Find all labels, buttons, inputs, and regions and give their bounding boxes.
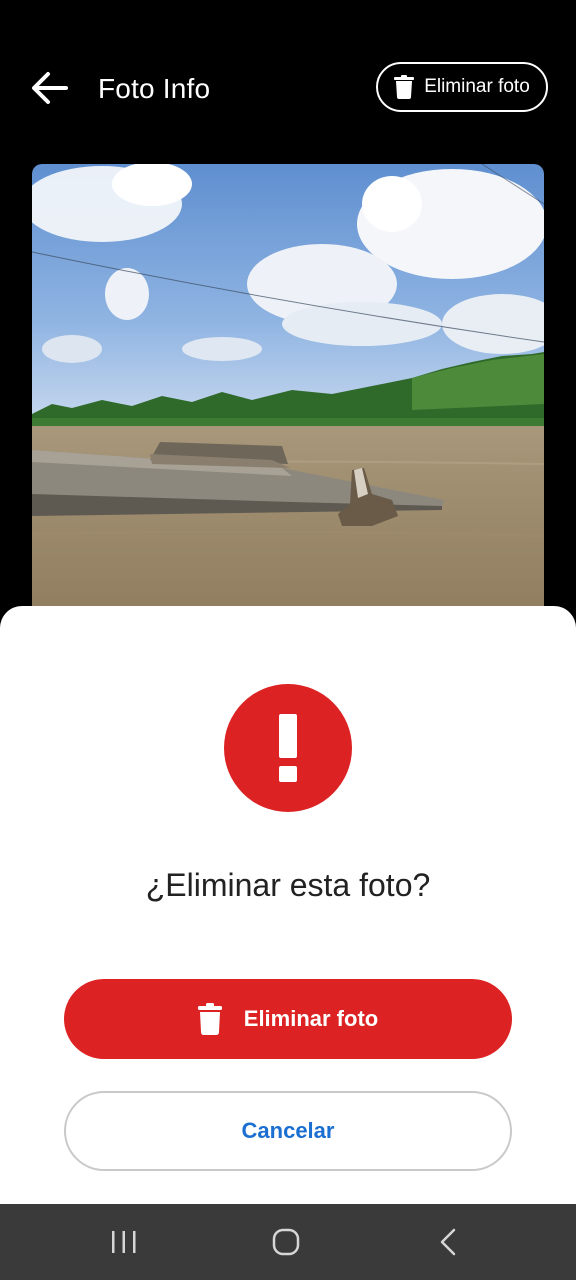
river-landscape-image bbox=[32, 164, 544, 634]
back-icon bbox=[440, 1228, 456, 1256]
system-navigation-bar bbox=[0, 1204, 576, 1280]
recent-apps-icon bbox=[112, 1231, 136, 1253]
recent-apps-button[interactable] bbox=[94, 1220, 154, 1264]
cancel-label: Cancelar bbox=[241, 1118, 335, 1143]
trash-icon bbox=[394, 75, 415, 99]
home-icon bbox=[272, 1228, 300, 1256]
arrow-left-icon bbox=[32, 72, 68, 104]
cancel-button[interactable]: Cancelar bbox=[64, 1091, 512, 1171]
trash-icon bbox=[197, 1003, 222, 1035]
back-button[interactable] bbox=[28, 68, 72, 108]
page-title: Foto Info bbox=[98, 73, 211, 104]
app-header: Foto Info Eliminar foto bbox=[0, 0, 576, 164]
home-button[interactable] bbox=[256, 1220, 316, 1264]
header-delete-label: Eliminar foto bbox=[424, 76, 530, 97]
exclamation-icon bbox=[224, 684, 352, 812]
exclamation-dot bbox=[279, 766, 297, 782]
confirm-delete-label: Eliminar foto bbox=[243, 1006, 379, 1031]
screen: Foto Info Eliminar foto ¿Eliminar esta f… bbox=[0, 0, 576, 1280]
exclamation-bar bbox=[279, 714, 297, 758]
confirm-delete-button[interactable]: Eliminar foto bbox=[64, 979, 512, 1059]
system-back-button[interactable] bbox=[418, 1220, 478, 1264]
photo-preview bbox=[32, 164, 544, 634]
header-delete-photo-button[interactable]: Eliminar foto bbox=[376, 62, 548, 112]
delete-confirmation-sheet: ¿Eliminar esta foto? Eliminar foto Cance… bbox=[0, 606, 576, 1204]
dialog-question: ¿Eliminar esta foto? bbox=[145, 867, 431, 903]
